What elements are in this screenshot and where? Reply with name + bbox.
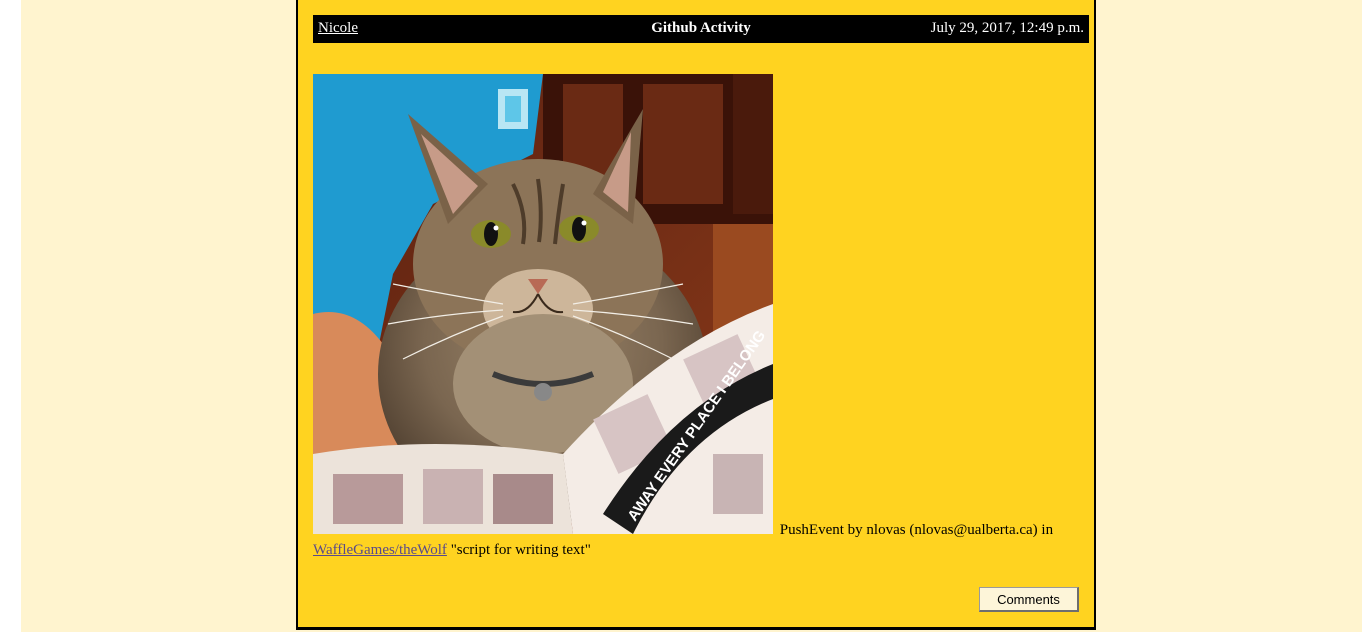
post-body: PushEvent by nlovas (nlovas@ualberta.ca)… xyxy=(313,520,1093,560)
repo-link[interactable]: WaffleGames/theWolf xyxy=(313,542,447,558)
cat-photo: AWAY EVERY PLACE I BELONG xyxy=(313,74,773,534)
post-timestamp: July 29, 2017, 12:49 p.m. xyxy=(930,20,1084,36)
comments-button[interactable]: Comments xyxy=(979,587,1079,612)
event-description: PushEvent by nlovas (nlovas@ualberta.ca)… xyxy=(779,522,1054,538)
author-link[interactable]: Nicole xyxy=(318,20,358,37)
commit-message: "script for writing text" xyxy=(450,542,591,558)
post-card: Nicole Github Activity July 29, 2017, 12… xyxy=(296,0,1096,630)
post-header: Nicole Github Activity July 29, 2017, 12… xyxy=(313,15,1089,43)
